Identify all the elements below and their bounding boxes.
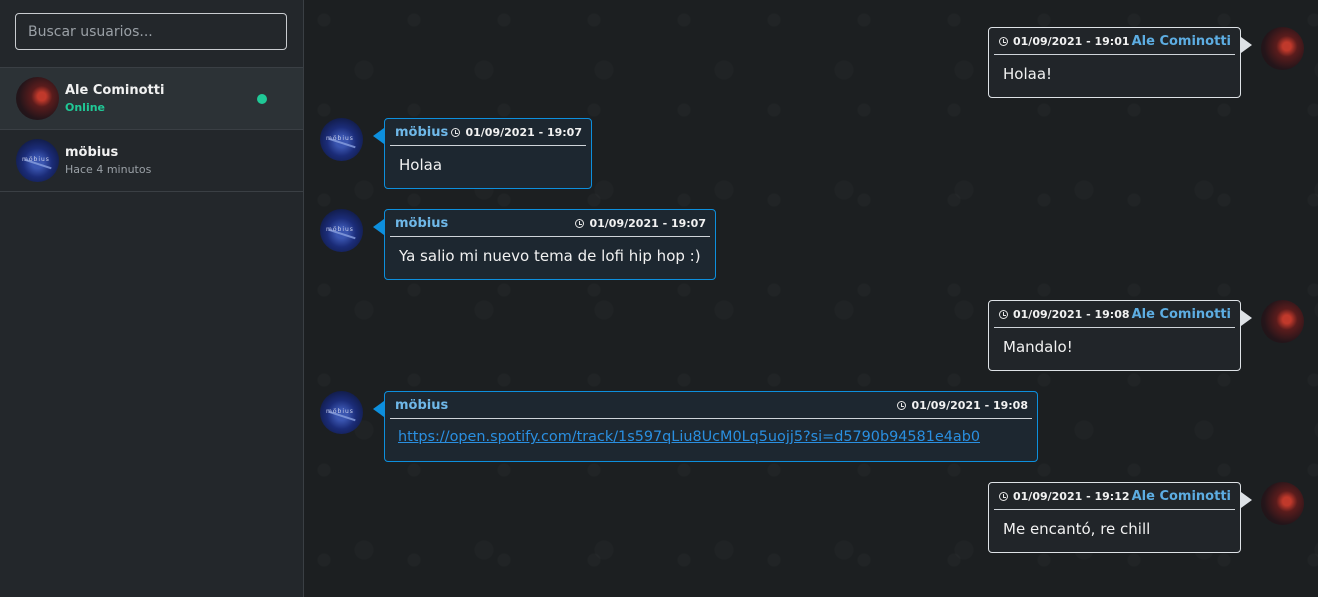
contact-name: möbius [65,145,119,160]
search-input[interactable] [15,13,287,50]
clock-icon [999,309,1008,319]
bubble-tail [373,401,384,417]
chat-area[interactable]: 01/09/2021 - 19:01 Ale Cominotti Holaa! … [304,0,1318,597]
contact-name: Ale Cominotti [65,83,165,98]
contact-item-ale-cominotti[interactable]: Ale Cominotti Online [0,68,303,130]
message-header: möbius 01/09/2021 - 19:07 [390,119,586,146]
contact-info: möbius Hace 4 minutos [65,144,151,177]
message-text: Holaa! [1003,65,1053,83]
message-header: möbius 01/09/2021 - 19:08 [390,392,1032,419]
message-text: Mandalo! [1003,338,1073,356]
avatar [1261,300,1304,343]
search-container [0,0,303,68]
message-bubble: möbius 01/09/2021 - 19:07 Ya salio mi nu… [384,209,716,280]
contact-item-mobius[interactable]: möbius Hace 4 minutos [0,130,303,192]
message-sender: möbius [395,124,449,140]
message-time: 01/09/2021 - 19:12 [999,490,1130,503]
message-bubble: 01/09/2021 - 19:01 Ale Cominotti Holaa! [988,27,1241,98]
contact-info: Ale Cominotti Online [65,82,164,115]
message-bubble: möbius 01/09/2021 - 19:08 https://open.s… [384,391,1038,462]
message-text: Holaa [399,156,443,174]
message-sender: Ale Cominotti [1131,33,1231,49]
message-time: 01/09/2021 - 19:08 [999,308,1130,321]
avatar [320,391,363,434]
bubble-tail [373,128,384,144]
message-sender: Ale Cominotti [1131,306,1231,322]
message-time: 01/09/2021 - 19:07 [575,217,706,230]
message-time: 01/09/2021 - 19:08 [897,399,1028,412]
message-text: Me encantó, re chill [1003,520,1151,538]
contact-status: Hace 4 minutos [65,163,152,176]
message-bubble: 01/09/2021 - 19:12 Ale Cominotti Me enca… [988,482,1241,553]
bubble-tail [1241,492,1252,508]
clock-icon [897,400,907,410]
message-sender: Ale Cominotti [1131,488,1231,504]
sidebar: Ale Cominotti Online möbius Hace 4 minut… [0,0,304,597]
contact-status: Online [65,101,106,114]
avatar [1261,482,1304,525]
message-bubble: möbius 01/09/2021 - 19:07 Holaa [384,118,592,189]
clock-icon [999,491,1008,501]
message-header: möbius 01/09/2021 - 19:07 [390,210,710,237]
message-sender: möbius [395,215,449,231]
chat-app: Ale Cominotti Online möbius Hace 4 minut… [0,0,1318,597]
clock-icon [451,127,461,137]
avatar [1261,27,1304,70]
message-time: 01/09/2021 - 19:07 [451,126,582,139]
message-time: 01/09/2021 - 19:01 [999,35,1130,48]
message-bubble: 01/09/2021 - 19:08 Ale Cominotti Mandalo… [988,300,1241,371]
online-indicator-icon [257,94,267,104]
avatar [320,118,363,161]
bubble-tail [1241,310,1252,326]
bubble-tail [373,219,384,235]
spotify-link[interactable]: https://open.spotify.com/track/1s597qLiu… [398,429,980,445]
bubble-tail [1241,37,1252,53]
avatar [320,209,363,252]
message-sender: möbius [395,397,449,413]
message-header: 01/09/2021 - 19:08 Ale Cominotti [994,301,1235,328]
message-text: Ya salio mi nuevo tema de lofi hip hop :… [399,247,701,265]
clock-icon [575,218,585,228]
avatar [16,139,59,182]
message-text: https://open.spotify.com/track/1s597qLiu… [390,419,1032,445]
message-header: 01/09/2021 - 19:01 Ale Cominotti [994,28,1235,55]
clock-icon [999,36,1008,46]
message-header: 01/09/2021 - 19:12 Ale Cominotti [994,483,1235,510]
avatar [16,77,59,120]
